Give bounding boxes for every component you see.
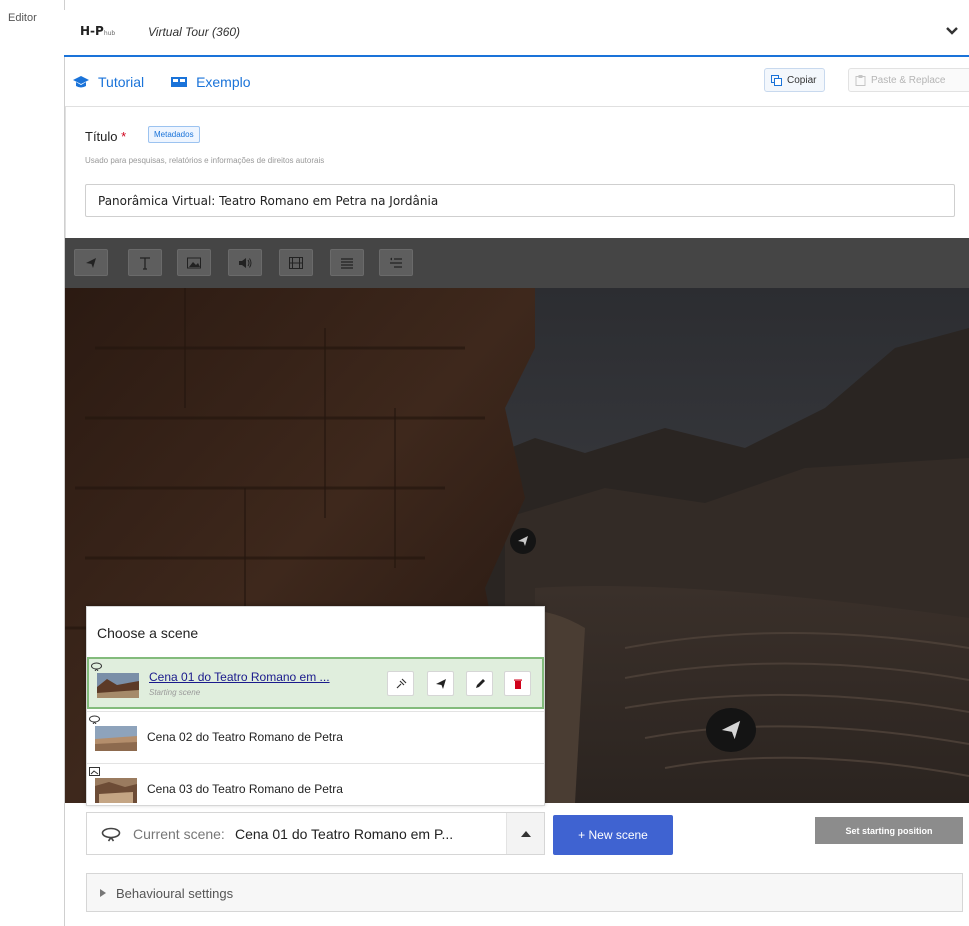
film-icon <box>289 256 303 269</box>
scene-item[interactable]: Cena 02 do Teatro Romano de Petra <box>87 711 544 763</box>
scene-chooser: Choose a scene Cena 01 do Teatro Romano … <box>86 606 545 806</box>
behavioural-settings-toggle[interactable]: Behavioural settings <box>86 873 963 912</box>
navigation-arrow-icon <box>721 720 741 740</box>
caret-right-icon <box>100 889 106 897</box>
choice-list-icon <box>390 257 402 268</box>
graduation-cap-icon <box>73 76 89 88</box>
editor-label: Editor <box>8 12 37 24</box>
navigation-arrow-icon <box>435 678 446 689</box>
copy-button[interactable]: Copiar <box>764 68 826 92</box>
tool-text[interactable] <box>128 249 162 276</box>
tutorial-link[interactable]: Tutorial <box>72 74 144 90</box>
tool-single-choice[interactable] <box>379 249 413 276</box>
scene-list-toggle[interactable] <box>506 813 544 854</box>
image-icon <box>187 257 201 268</box>
copy-icon <box>771 74 782 86</box>
tool-image[interactable] <box>177 249 211 276</box>
delete-scene-button[interactable] <box>504 671 531 696</box>
tool-video[interactable] <box>279 249 313 276</box>
title-input[interactable]: Panorâmica Virtual: Teatro Romano em Pet… <box>85 184 955 217</box>
caret-up-icon <box>520 831 531 837</box>
tool-summary[interactable] <box>330 249 364 276</box>
scene-item-label[interactable]: Cena 01 do Teatro Romano em ... <box>149 670 330 684</box>
scene-item[interactable]: Cena 01 do Teatro Romano em ... Starting… <box>87 657 544 709</box>
chevron-down-icon[interactable] <box>943 22 961 40</box>
title-field-group: Título * Metadados Usado para pesquisas,… <box>65 106 969 240</box>
scene-thumbnail <box>97 673 139 698</box>
set-starting-position-button[interactable]: Set starting position <box>815 817 963 844</box>
scene-static-icon <box>89 767 100 776</box>
example-link[interactable]: Exemplo <box>170 74 251 90</box>
current-scene-selector[interactable]: Current scene: Cena 01 do Teatro Romano … <box>86 812 545 855</box>
scene-item-label: Cena 02 do Teatro Romano de Petra <box>147 730 343 744</box>
behavioural-settings-label: Behavioural settings <box>116 886 234 901</box>
interaction-toolbar <box>65 238 969 288</box>
text-icon <box>140 256 150 270</box>
go-to-scene-button[interactable] <box>427 671 454 696</box>
paste-replace-button[interactable]: Paste & Replace <box>848 68 969 92</box>
help-links: Tutorial Exemplo <box>72 74 273 92</box>
scene-360-icon <box>89 715 100 724</box>
scene-item-label: Cena 03 do Teatro Romano de Petra <box>147 782 343 796</box>
tool-audio[interactable] <box>228 249 262 276</box>
title-label: Título * <box>85 129 127 144</box>
title-description: Usado para pesquisas, relatórios e infor… <box>85 156 325 165</box>
navigation-arrow-icon <box>86 257 96 268</box>
starting-scene-label: Starting scene <box>149 688 201 697</box>
scene-thumbnail <box>95 726 137 751</box>
library-selector[interactable]: H-Phub Virtual Tour (360) <box>64 10 969 57</box>
metadata-button[interactable]: Metadados <box>148 126 200 143</box>
tool-go-to-scene[interactable] <box>74 249 108 276</box>
paste-icon <box>855 74 866 86</box>
hotspot-navigation[interactable] <box>510 528 536 554</box>
set-as-starting-scene-button[interactable] <box>387 671 414 696</box>
scene-item[interactable]: Cena 03 do Teatro Romano de Petra <box>87 763 544 815</box>
audio-icon <box>239 257 252 268</box>
content-type-name: Virtual Tour (360) <box>148 25 241 39</box>
trash-icon <box>513 679 522 689</box>
scene-thumbnail <box>95 778 137 803</box>
list-icon <box>341 257 353 269</box>
example-icon <box>171 77 188 87</box>
scene-360-icon <box>101 827 121 842</box>
navigation-arrow-icon <box>518 536 528 546</box>
hotspot-navigation[interactable] <box>706 708 756 752</box>
new-scene-button[interactable]: + New scene <box>553 815 673 855</box>
h5p-logo: H-Phub <box>80 24 116 38</box>
current-scene-name: Cena 01 do Teatro Romano em P... <box>235 826 454 842</box>
pencil-icon <box>475 678 485 688</box>
pin-icon <box>396 678 406 688</box>
edit-scene-button[interactable] <box>466 671 493 696</box>
scene-chooser-title: Choose a scene <box>97 625 199 641</box>
current-scene-label: Current scene: <box>133 826 225 842</box>
scene-360-icon <box>91 662 102 671</box>
